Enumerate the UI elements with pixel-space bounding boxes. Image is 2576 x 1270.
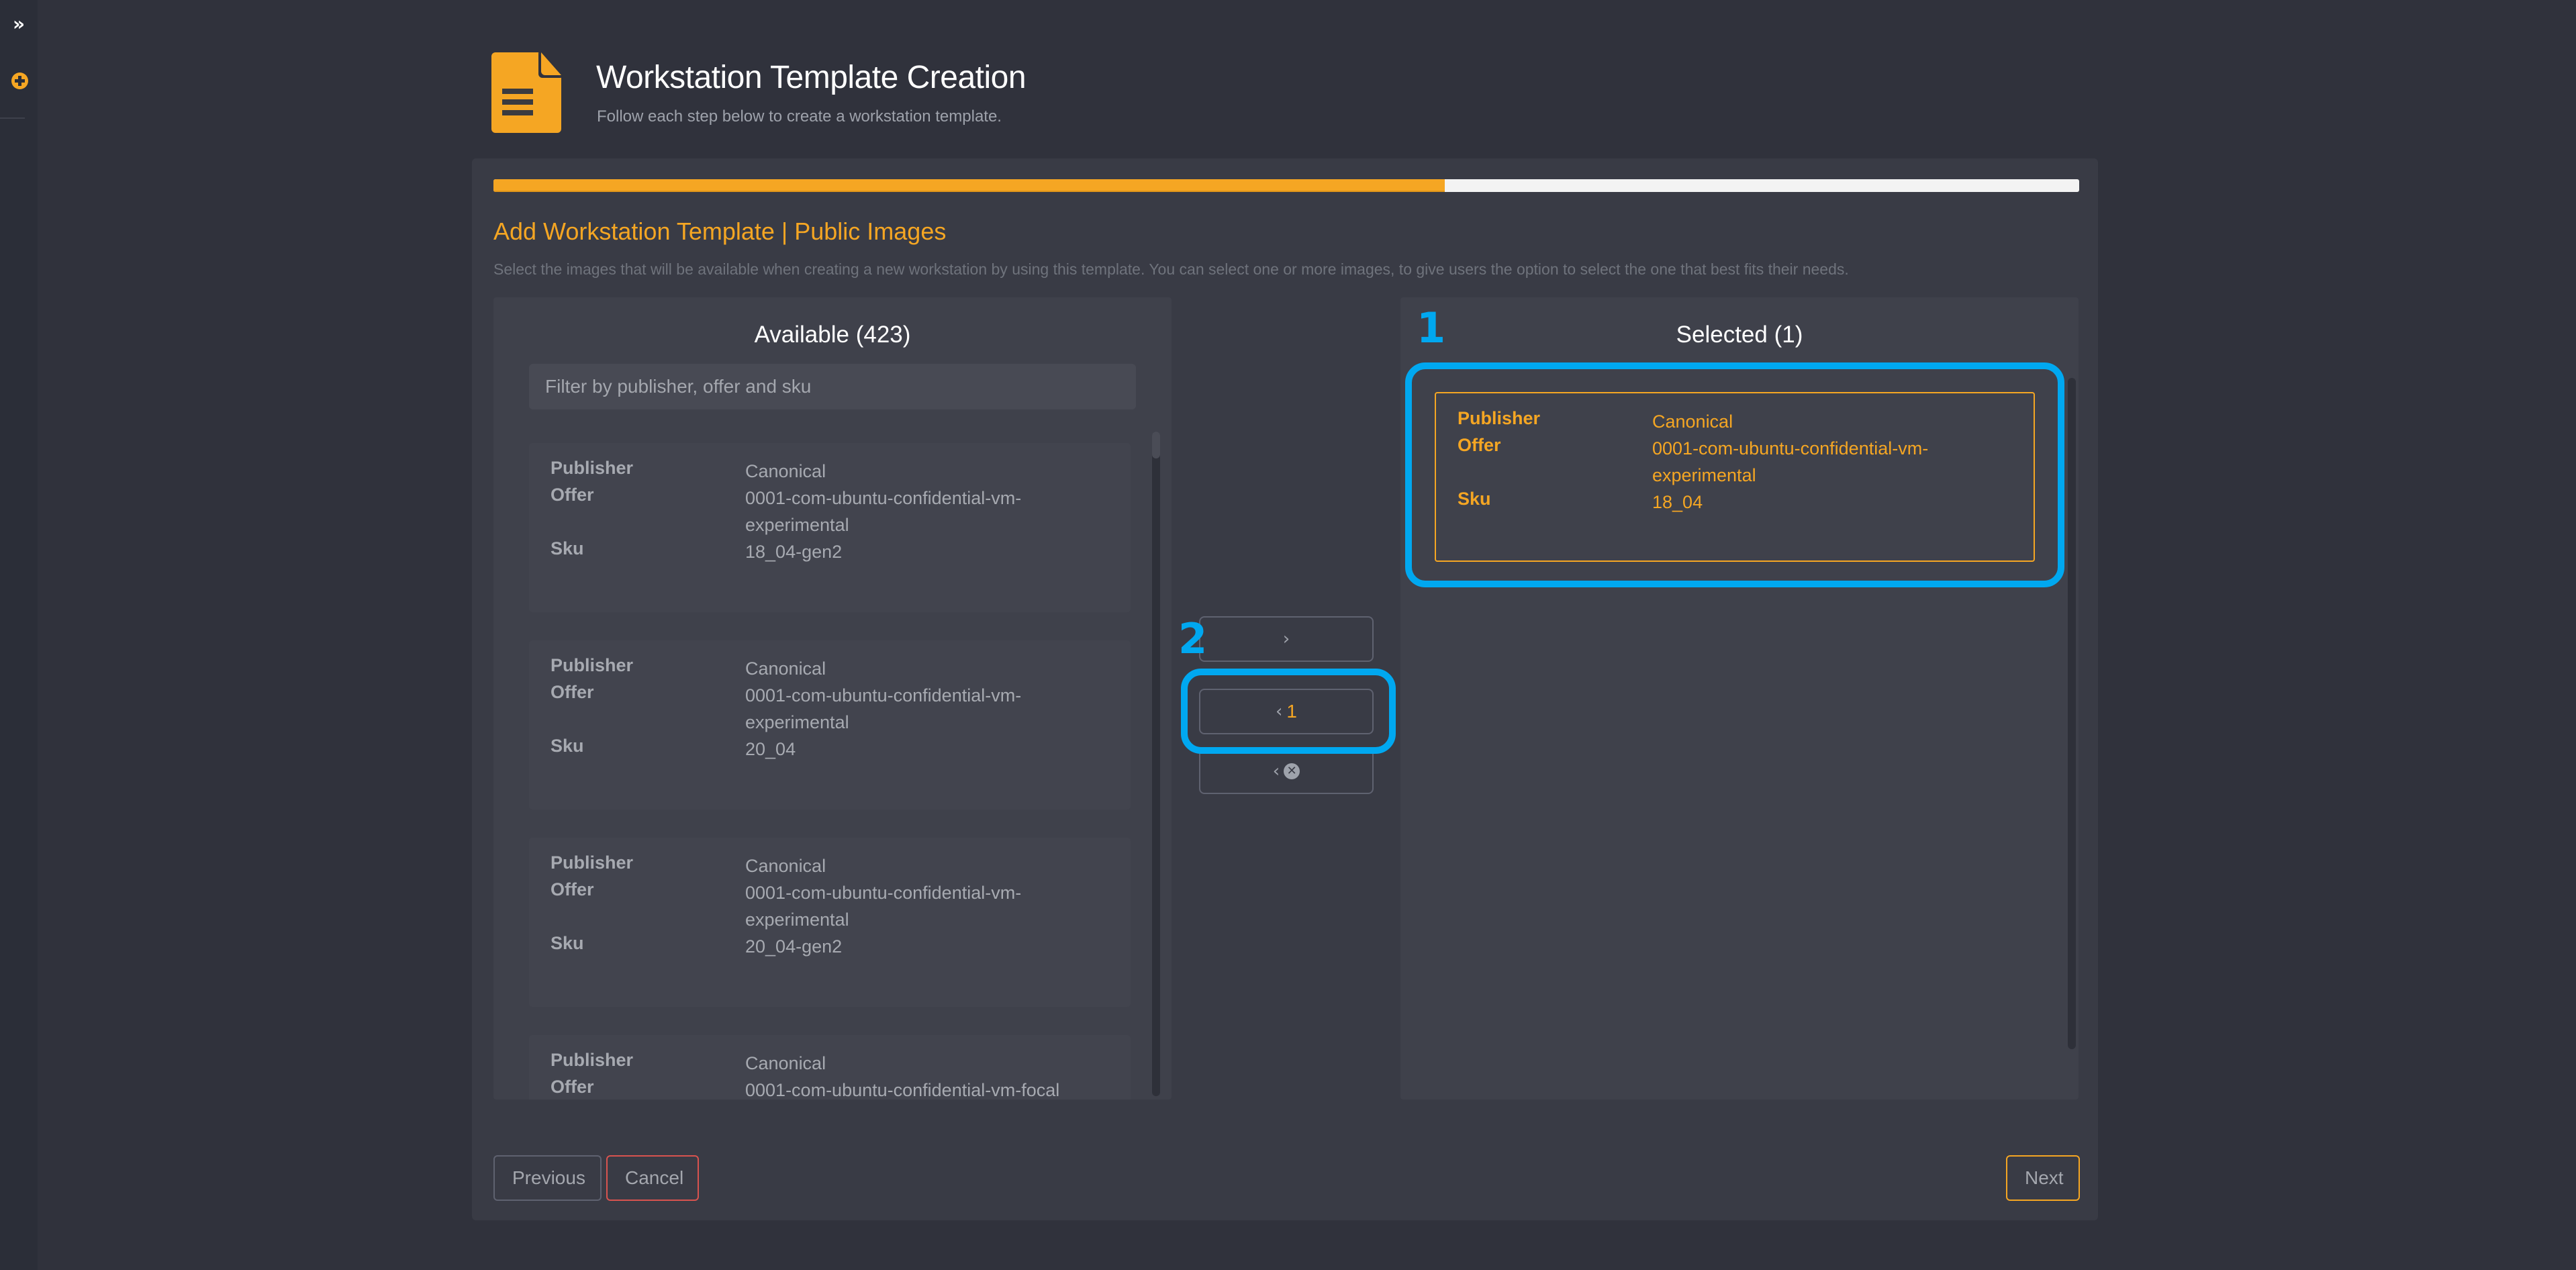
sidebar: » — [0, 0, 38, 1270]
document-icon — [491, 52, 561, 133]
previous-button[interactable]: Previous — [493, 1155, 602, 1201]
add-selected-button[interactable]: › — [1199, 616, 1374, 662]
publisher-label: Publisher — [551, 655, 634, 675]
sku-value: 20_04-gen2 — [745, 936, 843, 957]
cancel-button[interactable]: Cancel — [606, 1155, 699, 1201]
publisher-value: Canonical — [745, 856, 826, 876]
available-scrollbar[interactable] — [1152, 432, 1160, 1096]
list-item[interactable]: Publisher Canonical Offer 0001-com-ubuntu-… — [529, 838, 1131, 1007]
offer-label: Offer — [551, 682, 594, 702]
list-item[interactable]: Publisher Canonical Offer 0001-com-ubuntu-… — [529, 443, 1131, 612]
page-subtitle: Follow each step below to create a works… — [597, 107, 1002, 126]
annotation-marker-1: 1 — [1417, 303, 1446, 352]
plus-circle-icon[interactable] — [11, 72, 28, 89]
publisher-value: Canonical — [745, 658, 826, 679]
progress-fill — [493, 179, 1445, 192]
sku-value: 20_04 — [745, 739, 796, 759]
annotation-marker-2: 2 — [1178, 614, 1208, 663]
publisher-label: Publisher — [551, 1050, 634, 1070]
sidebar-divider — [0, 117, 25, 119]
available-list: Publisher Canonical Offer 0001-com-ubuntu-… — [529, 443, 1131, 1100]
offer-value: 0001-com-ubuntu-confidential-vm-experime… — [745, 883, 1022, 930]
publisher-label: Publisher — [551, 458, 634, 478]
selected-scrollbar[interactable] — [2068, 378, 2076, 1049]
offer-value: 0001-com-ubuntu-confidential-vm-experime… — [745, 685, 1022, 732]
sku-value: 18_04 — [1652, 492, 1703, 512]
page-title: Workstation Template Creation — [596, 60, 1027, 95]
offer-value: 0001-com-ubuntu-confidential-vm-experime… — [1652, 438, 1929, 485]
sku-label: Sku — [551, 736, 584, 756]
remove-selected-button[interactable]: ‹ 1 — [1199, 689, 1374, 734]
chevron-left-icon: ‹ — [1272, 761, 1280, 781]
sku-label: Sku — [551, 538, 584, 558]
available-panel: Available (423) Publisher Canonical Offer… — [493, 297, 1172, 1100]
offer-value: 0001-com-ubuntu-confidential-vm-focal — [745, 1080, 1060, 1100]
offer-label: Offer — [551, 1077, 594, 1097]
expand-sidebar-icon[interactable]: » — [9, 15, 28, 34]
sku-label: Sku — [1458, 489, 1491, 509]
available-scrollbar-thumb[interactable] — [1152, 432, 1160, 458]
selected-title: Selected (1) — [1676, 322, 1803, 348]
wizard-card: Add Workstation Template | Public Images… — [472, 158, 2098, 1220]
sku-value: 18_04-gen2 — [745, 542, 843, 562]
remove-all-button[interactable]: ‹ ✕ — [1199, 748, 1374, 794]
wizard-progress-bar — [493, 179, 2079, 192]
list-item[interactable]: Publisher Canonical Offer 0001-com-ubuntu-… — [529, 1035, 1131, 1100]
offer-label: Offer — [551, 879, 594, 899]
chevron-left-icon: ‹ — [1276, 701, 1283, 722]
filter-input[interactable] — [529, 364, 1136, 409]
publisher-value: Canonical — [1652, 411, 1733, 432]
section-description: Select the images that will be available… — [493, 260, 1849, 278]
offer-value: 0001-com-ubuntu-confidential-vm-experime… — [745, 488, 1022, 535]
sku-label: Sku — [551, 933, 584, 953]
remove-selected-count: 1 — [1286, 701, 1297, 722]
publisher-label: Publisher — [1458, 408, 1541, 428]
offer-label: Offer — [1458, 435, 1501, 455]
chevron-right-icon: › — [1282, 629, 1290, 649]
publisher-label: Publisher — [551, 852, 634, 873]
publisher-value: Canonical — [745, 461, 826, 481]
section-title: Add Workstation Template | Public Images — [493, 217, 947, 245]
list-item[interactable]: Publisher Canonical Offer 0001-com-ubuntu-… — [529, 640, 1131, 810]
selected-item[interactable]: Publisher Canonical Offer 0001-com-ubuntu-… — [1435, 392, 2035, 562]
x-circle-icon: ✕ — [1284, 763, 1300, 779]
selected-panel: Selected (1) Publisher Canonical Offer 000… — [1400, 297, 2079, 1100]
offer-label: Offer — [551, 485, 594, 505]
publisher-value: Canonical — [745, 1053, 826, 1073]
available-title: Available (423) — [754, 322, 911, 348]
next-button[interactable]: Next — [2006, 1155, 2080, 1201]
